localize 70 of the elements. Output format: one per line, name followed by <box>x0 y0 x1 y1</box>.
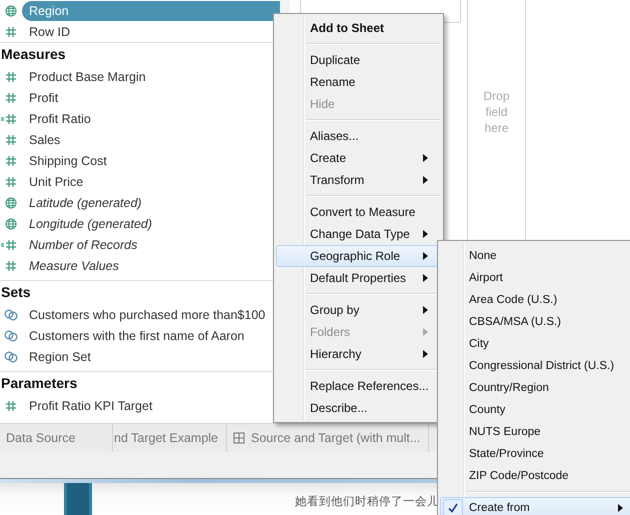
menu-item[interactable]: None <box>440 245 630 267</box>
section-heading: Parameters <box>0 374 78 393</box>
field-item[interactable]: Customers with the first name of Aaron <box>22 326 252 346</box>
field-item[interactable]: Profit Ratio KPI Target <box>22 396 160 416</box>
hash-icon <box>5 26 17 38</box>
menu-item[interactable]: Airport <box>440 267 630 289</box>
menu-item[interactable]: Change Data Type <box>276 223 441 245</box>
field-item[interactable]: Profit Ratio <box>22 108 98 128</box>
submenu-arrow-icon <box>618 504 623 512</box>
menu-item[interactable]: Default Properties <box>276 267 441 289</box>
set-icon <box>4 330 18 342</box>
menu-item[interactable]: City <box>440 333 630 355</box>
field-item[interactable]: Latitude (generated) <box>22 192 149 212</box>
field-item[interactable]: Customers who purchased more than$100 <box>22 304 272 324</box>
calculated-hash-icon <box>1 238 17 250</box>
submenu-arrow-icon <box>423 252 428 260</box>
grid-icon <box>233 432 245 444</box>
menu-item[interactable]: Area Code (U.S.) <box>440 289 630 311</box>
field-item[interactable]: Measure Values <box>22 256 126 276</box>
globe-icon <box>5 218 17 230</box>
menu-item[interactable]: NUTS Europe <box>440 421 630 443</box>
menu-item[interactable]: CBSA/MSA (U.S.) <box>440 311 630 333</box>
submenu-arrow-icon <box>423 154 428 162</box>
submenu-arrow-icon <box>423 176 428 184</box>
menu-item[interactable]: Aliases... <box>276 125 441 147</box>
menu-item[interactable]: Country/Region <box>440 377 630 399</box>
calculated-hash-icon <box>1 112 17 124</box>
menu-item[interactable]: County <box>440 399 630 421</box>
submenu-arrow-icon <box>423 350 428 358</box>
hash-icon <box>5 176 17 188</box>
menu-item[interactable]: Transform <box>276 169 441 191</box>
globe-icon <box>5 196 17 208</box>
set-icon <box>4 308 18 320</box>
menu-item[interactable]: Hierarchy <box>276 343 441 365</box>
section-heading: Measures <box>0 45 67 64</box>
field-item[interactable]: Unit Price <box>22 172 90 192</box>
section-heading: Sets <box>0 283 32 302</box>
submenu-arrow-icon <box>423 274 428 282</box>
menu-item[interactable]: Rename <box>276 71 441 93</box>
field-item[interactable]: Number of Records <box>22 234 144 254</box>
menu-item[interactable]: Create <box>276 147 441 169</box>
hash-icon <box>5 92 17 104</box>
field-item[interactable]: Sales <box>22 130 68 150</box>
side-bar-graphic <box>64 483 92 515</box>
submenu-arrow-icon <box>423 328 428 336</box>
menu-item[interactable]: Replace References... <box>276 375 441 397</box>
field-item[interactable]: Longitude (generated) <box>22 214 160 234</box>
field-item[interactable]: Product Base Margin <box>22 66 153 86</box>
field-item[interactable]: Shipping Cost <box>22 150 114 170</box>
submenu-arrow-icon <box>423 306 428 314</box>
menu-item[interactable]: Describe... <box>276 397 441 419</box>
menu-item[interactable]: Group by <box>276 299 441 321</box>
hash-icon <box>5 260 17 272</box>
menu-item[interactable]: Convert to Measure <box>276 201 441 223</box>
hash-icon <box>5 134 17 146</box>
hash-icon <box>5 154 17 166</box>
hash-icon <box>5 400 17 412</box>
hash-icon <box>5 70 17 82</box>
menu-item[interactable]: Congressional District (U.S.) <box>440 355 630 377</box>
menu-item[interactable]: State/Province <box>440 443 630 465</box>
drop-hint: Drop field here <box>482 88 510 136</box>
field-item[interactable]: Row ID <box>22 22 77 42</box>
field-item[interactable]: Profit <box>22 88 66 108</box>
menu-item[interactable]: Duplicate <box>276 49 441 71</box>
menu-item[interactable]: Create from <box>440 497 630 515</box>
set-icon <box>4 350 18 362</box>
field-item[interactable]: Region Set <box>22 346 98 366</box>
menu-item[interactable]: ZIP Code/Postcode <box>440 465 630 487</box>
globe-icon <box>5 4 17 16</box>
submenu-arrow-icon <box>423 230 428 238</box>
